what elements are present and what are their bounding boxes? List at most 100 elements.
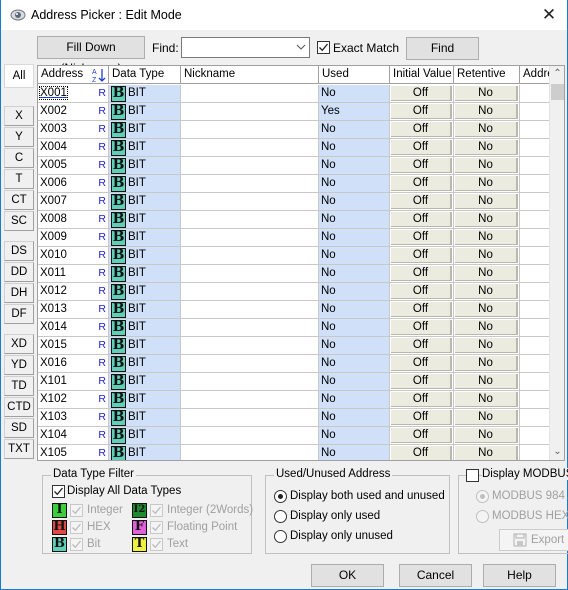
nickname-cell[interactable] — [181, 409, 319, 427]
address-cell[interactable]: X007 R — [38, 193, 109, 211]
nickname-cell[interactable] — [181, 319, 319, 337]
text-checkbox[interactable] — [150, 538, 163, 551]
column-header-modbus-address[interactable]: Addre — [520, 66, 550, 84]
initial-value-button[interactable]: Off — [391, 356, 452, 371]
table-row[interactable]: X012 R B BIT No Off No — [38, 283, 550, 301]
integer-2words-checkbox[interactable] — [150, 504, 163, 517]
initial-value-button[interactable]: Off — [391, 266, 452, 281]
nickname-cell[interactable] — [181, 301, 319, 319]
table-row[interactable]: X005 R B BIT No Off No — [38, 157, 550, 175]
initial-value-button[interactable]: Off — [391, 302, 452, 317]
retentive-button[interactable]: No — [455, 230, 518, 245]
retentive-cell[interactable]: No — [454, 283, 520, 301]
nickname-cell[interactable] — [181, 85, 319, 103]
initial-value-cell[interactable]: Off — [390, 175, 454, 193]
column-header-nickname[interactable]: Nickname — [181, 66, 319, 84]
table-row[interactable]: X015 R B BIT No Off No — [38, 337, 550, 355]
nickname-cell[interactable] — [181, 121, 319, 139]
retentive-button[interactable]: No — [455, 374, 518, 389]
address-cell[interactable]: X015 R — [38, 337, 109, 355]
nickname-cell[interactable] — [181, 391, 319, 409]
initial-value-cell[interactable]: Off — [390, 229, 454, 247]
nickname-cell[interactable] — [181, 283, 319, 301]
initial-value-cell[interactable]: Off — [390, 301, 454, 319]
initial-value-cell[interactable]: Off — [390, 337, 454, 355]
sort-az-icon[interactable]: A Z — [92, 67, 106, 83]
initial-value-button[interactable]: Off — [391, 446, 452, 460]
retentive-cell[interactable]: No — [454, 409, 520, 427]
display-all-types-checkbox[interactable] — [52, 485, 65, 498]
tab-x[interactable]: X — [4, 106, 34, 126]
tab-dd[interactable]: DD — [4, 262, 34, 282]
nickname-cell[interactable] — [181, 373, 319, 391]
table-row[interactable]: X104 R B BIT No Off No — [38, 427, 550, 445]
retentive-cell[interactable]: No — [454, 319, 520, 337]
address-cell[interactable]: X102 R — [38, 391, 109, 409]
retentive-cell[interactable]: No — [454, 355, 520, 373]
ok-button[interactable]: OK — [311, 564, 384, 587]
table-row[interactable]: X008 R B BIT No Off No — [38, 211, 550, 229]
retentive-button[interactable]: No — [455, 86, 518, 101]
table-row[interactable]: X010 R B BIT No Off No — [38, 247, 550, 265]
initial-value-cell[interactable]: Off — [390, 247, 454, 265]
initial-value-cell[interactable]: Off — [390, 409, 454, 427]
retentive-button[interactable]: No — [455, 320, 518, 335]
floating-point-checkbox[interactable] — [150, 521, 163, 534]
retentive-button[interactable]: No — [455, 158, 518, 173]
table-row[interactable]: X103 R B BIT No Off No — [38, 409, 550, 427]
address-cell[interactable]: X004 R — [38, 139, 109, 157]
address-cell[interactable]: X003 R — [38, 121, 109, 139]
nickname-cell[interactable] — [181, 427, 319, 445]
initial-value-cell[interactable]: Off — [390, 193, 454, 211]
tab-ct[interactable]: CT — [4, 190, 34, 210]
retentive-button[interactable]: No — [455, 140, 518, 155]
chevron-down-icon[interactable] — [296, 41, 306, 53]
fill-down-button[interactable]: Fill Down (Nickname) — [37, 36, 145, 75]
address-cell[interactable]: X011 R — [38, 265, 109, 283]
initial-value-cell[interactable]: Off — [390, 391, 454, 409]
nickname-cell[interactable] — [181, 139, 319, 157]
tab-sd[interactable]: SD — [4, 418, 34, 438]
table-row[interactable]: X004 R B BIT No Off No — [38, 139, 550, 157]
tab-c[interactable]: C — [4, 148, 34, 168]
display-modbus-checkbox[interactable] — [466, 469, 479, 482]
table-row[interactable]: X016 R B BIT No Off No — [38, 355, 550, 373]
retentive-cell[interactable]: No — [454, 301, 520, 319]
address-cell[interactable]: X005 R — [38, 157, 109, 175]
table-row[interactable]: X101 R B BIT No Off No — [38, 373, 550, 391]
tab-dh[interactable]: DH — [4, 283, 34, 303]
modbus-hex-radio[interactable] — [476, 510, 489, 523]
retentive-button[interactable]: No — [455, 104, 518, 119]
table-row[interactable]: X007 R B BIT No Off No — [38, 193, 550, 211]
integer-checkbox[interactable] — [70, 504, 83, 517]
retentive-button[interactable]: No — [455, 176, 518, 191]
initial-value-button[interactable]: Off — [391, 284, 452, 299]
scrollbar-thumb[interactable] — [551, 84, 564, 100]
initial-value-button[interactable]: Off — [391, 212, 452, 227]
retentive-cell[interactable]: No — [454, 139, 520, 157]
nickname-cell[interactable] — [181, 103, 319, 121]
column-header-initial-value[interactable]: Initial Value — [390, 66, 454, 84]
initial-value-cell[interactable]: Off — [390, 121, 454, 139]
scroll-down-arrow-icon[interactable]: ⌄ — [550, 444, 564, 460]
bit-checkbox[interactable] — [70, 538, 83, 551]
retentive-cell[interactable]: No — [454, 265, 520, 283]
retentive-button[interactable]: No — [455, 266, 518, 281]
tab-ds[interactable]: DS — [4, 241, 34, 261]
initial-value-cell[interactable]: Off — [390, 283, 454, 301]
address-cell[interactable]: X103 R — [38, 409, 109, 427]
tab-df[interactable]: DF — [4, 304, 34, 324]
column-header-retentive[interactable]: Retentive — [454, 66, 520, 84]
address-cell[interactable]: X014 R — [38, 319, 109, 337]
table-row[interactable]: X001 R B BIT No Off No — [38, 85, 550, 103]
retentive-cell[interactable]: No — [454, 157, 520, 175]
initial-value-cell[interactable]: Off — [390, 373, 454, 391]
retentive-cell[interactable]: No — [454, 445, 520, 460]
find-button[interactable]: Find — [406, 37, 479, 60]
retentive-button[interactable]: No — [455, 212, 518, 227]
column-header-data-type[interactable]: Data Type — [109, 66, 181, 84]
nickname-cell[interactable] — [181, 337, 319, 355]
retentive-button[interactable]: No — [455, 392, 518, 407]
initial-value-button[interactable]: Off — [391, 392, 452, 407]
initial-value-cell[interactable]: Off — [390, 445, 454, 460]
